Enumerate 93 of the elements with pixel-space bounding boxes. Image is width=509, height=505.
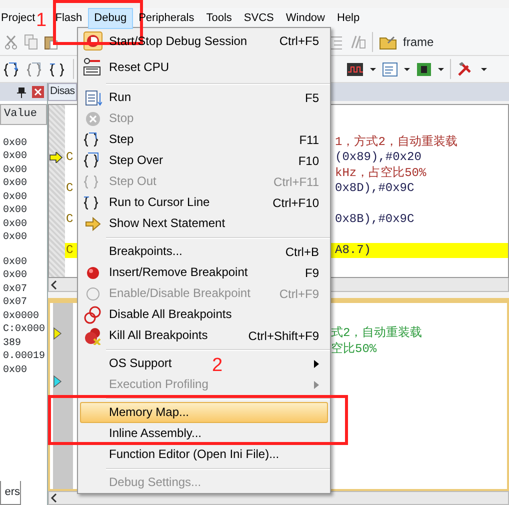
step-number: 2 [212,356,223,375]
menu-item[interactable]: Insert/Remove Breakpoint [105,266,248,279]
menu-item[interactable]: Function Editor (Open Ini File)... [105,448,280,461]
shortcut-text: F9 [304,264,320,282]
value-cell-text: 0x00 [2,190,28,204]
step-into-icon[interactable] [4,60,21,78]
shortcut-text: F10 [298,152,320,170]
stop-icon [84,110,102,128]
dropdown-arrow-icon[interactable] [370,68,376,70]
menu-item[interactable]: Show Next Statement [105,217,226,230]
value-cell-text: 0x00 [2,231,28,244]
value-cell-text: 0x00 [2,150,28,164]
step-number: 1 [36,11,47,30]
reset-icon [83,57,103,77]
dropdown-arrow-icon[interactable] [404,68,410,70]
value-cell-text: 389 [2,336,22,350]
menu-item[interactable]: Kill All Breakpoints [105,329,208,342]
shortcut-text: Ctrl+F11 [274,174,320,190]
value-cell-text: 0x00 [2,164,28,177]
value-cell-text: 0x0000 [2,310,40,323]
shortcut-text: Ctrl+F5 [279,33,320,50]
current-line-marker-icon [53,326,62,340]
code-text: (0x89),#0x20 [335,149,422,166]
code-comment: 式2，自动重装载 [331,325,422,342]
value-cell-text: C:0x000 [2,323,46,336]
menu-item[interactable]: Memory Map... [80,402,328,423]
remove-breakpoints-icon [84,326,102,344]
value-cell-text: 0x00 [2,218,28,231]
menu-item[interactable]: Window [280,8,331,29]
value-cell-text: 0x00 [2,364,28,377]
copy-icon [24,34,38,50]
value-cell-text: 0x00 [2,177,28,190]
arrow-icon [84,214,102,232]
shortcut-text: F11 [299,132,320,148]
pin-icon[interactable] [17,86,26,98]
menu-item[interactable]: SVCS [238,8,280,29]
value-cell-text: 0x00 [2,136,28,150]
logic-analyzer-icon[interactable] [346,62,364,76]
step-over-icon[interactable] [27,60,44,78]
panel-tab[interactable]: ers [0,480,21,505]
menu-item[interactable]: OS Support [105,357,172,370]
menu-item[interactable]: Inline Assembly... [105,427,202,440]
shortcut-text: F5 [304,90,320,106]
menu-item[interactable]: Run to Cursor Line [105,196,210,209]
column-header: Value [0,104,47,124]
value-cell-text: 0.00019 [2,350,46,364]
code-text: C [66,212,74,226]
editor-tab[interactable]: Disas [48,83,77,101]
value-cell-text: 0x07 [2,296,28,310]
indent-icon [328,34,344,50]
cursor-marker-icon [53,374,62,388]
dropdown-arrow-icon[interactable] [481,68,487,70]
value-cell-text: 0x07 [2,282,28,296]
menu-item[interactable]: Tools [200,8,238,29]
code-text: C [66,243,74,258]
code-text: C [66,181,74,196]
code-text: C [66,150,74,164]
chip-board-icon[interactable] [416,62,432,76]
code-comment: kHz，占空比50% [335,164,426,182]
menu-item[interactable]: Disable All Breakpoints [105,308,232,321]
code-comment: 空比50% [331,341,377,358]
code-comment: 1，方式2，自动重装载 [335,134,458,151]
menu-item[interactable]: Flash [49,8,88,29]
menu-item[interactable]: Debug [88,8,133,29]
menu-item[interactable]: Run [105,91,132,104]
value-cell-text: 0x00 [2,269,28,282]
menu-item[interactable]: Help [331,8,366,29]
breakpoints-outline-icon [84,306,102,324]
shortcut-text: Ctrl+Shift+F9 [248,328,320,344]
target-name: frame [403,34,434,51]
cut-icon [4,34,18,50]
close-icon[interactable] [32,86,44,98]
run-icon [84,88,102,106]
scroll-left-icon[interactable] [49,493,59,503]
menu-item[interactable]: Step Over [105,154,164,167]
shortcut-text: Ctrl+B [285,244,320,260]
value-cell-text: 0x00 [2,256,28,269]
menu-item[interactable]: Step [105,133,134,146]
shortcut-text: Ctrl+F9 [279,286,320,302]
folder-icon[interactable] [379,34,397,50]
menu-item[interactable]: Breakpoints... [105,245,182,258]
code-text: 0x8B),#0x9C [335,211,414,228]
window-list-icon[interactable] [382,62,398,76]
scroll-left-icon[interactable] [49,280,59,290]
shortcut-text: Ctrl+F10 [272,194,320,212]
menu-item[interactable]: Reset CPU [105,60,170,74]
code-text: 0x8D),#0x9C [335,180,414,198]
value-cell-text: 0x00 [2,204,28,218]
breakpoint-outline-icon [84,284,102,302]
run-to-cursor-icon[interactable] [50,60,67,78]
comment-icon [350,34,366,50]
code-text: A8.7) [335,242,372,260]
dropdown-arrow-icon[interactable] [438,68,444,70]
